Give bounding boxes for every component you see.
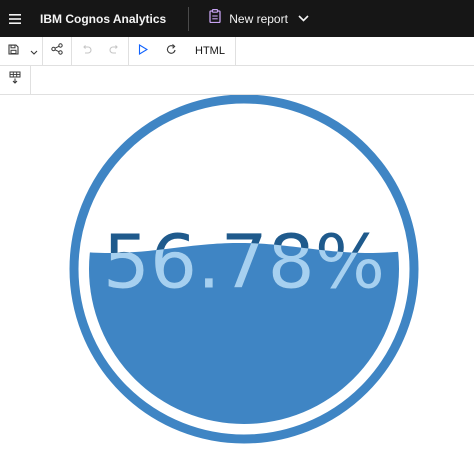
run-icon: [138, 42, 149, 60]
chevron-down-icon[interactable]: [298, 15, 309, 22]
report-selector[interactable]: New report: [209, 9, 309, 28]
run-button[interactable]: [129, 37, 157, 65]
liquid-fill-gauge: 56.78% 56.78%: [69, 95, 419, 444]
output-format-button[interactable]: HTML: [185, 37, 235, 65]
save-icon: [7, 42, 19, 60]
top-header-bar: IBM Cognos Analytics New report: [0, 0, 474, 37]
redo-button[interactable]: [100, 37, 128, 65]
save-button[interactable]: [0, 37, 26, 65]
toolbar-separator: [234, 37, 236, 65]
share-button[interactable]: [43, 37, 71, 65]
refresh-button[interactable]: [157, 37, 185, 65]
redo-icon: [109, 42, 120, 60]
refresh-icon: [166, 42, 177, 60]
undo-button[interactable]: [72, 37, 100, 65]
share-icon: [51, 42, 63, 60]
toolbar-separator: [30, 66, 31, 94]
header-divider: [188, 6, 190, 31]
insert-table-icon: [9, 71, 21, 89]
report-title: New report: [229, 11, 288, 26]
menu-icon[interactable]: [0, 0, 30, 37]
chevron-down-icon: [30, 42, 38, 60]
app-title: IBM Cognos Analytics: [40, 11, 167, 26]
insert-table-button[interactable]: [0, 66, 30, 94]
secondary-toolbar: [0, 66, 474, 95]
save-options-button[interactable]: [26, 37, 42, 65]
undo-icon: [81, 42, 92, 60]
main-toolbar: HTML: [0, 37, 474, 66]
report-icon: [209, 9, 221, 28]
